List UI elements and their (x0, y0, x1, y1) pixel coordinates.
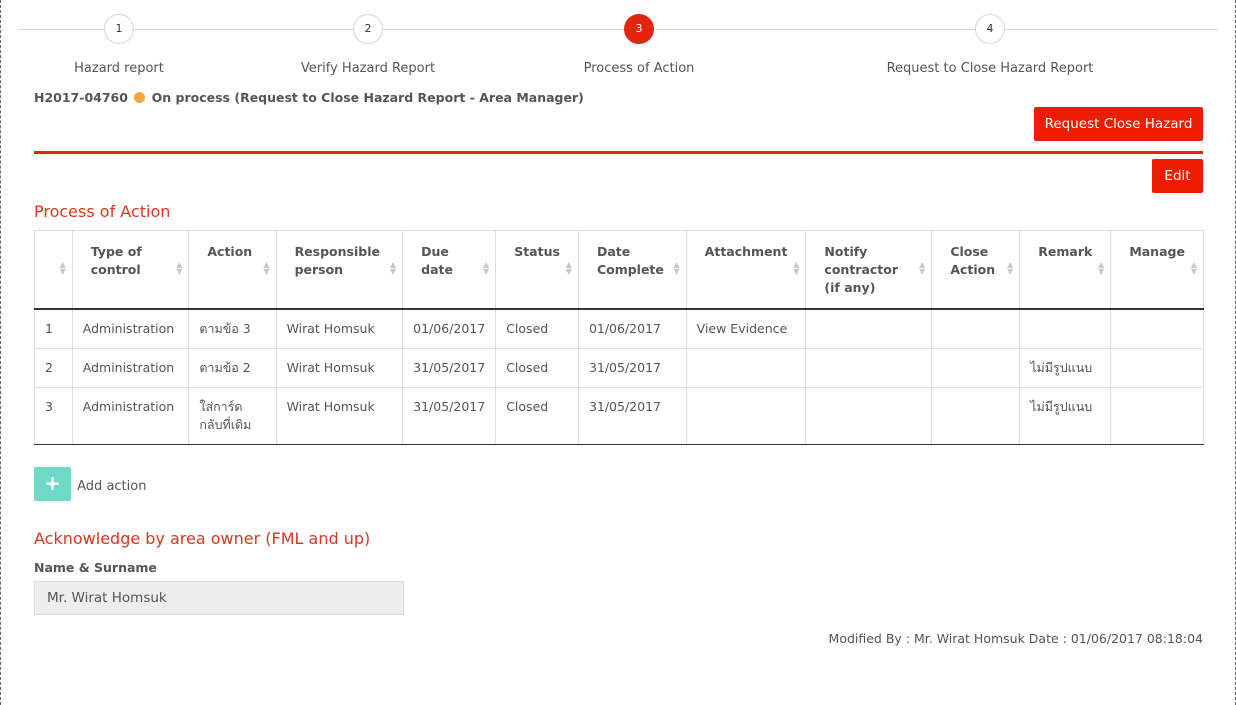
step-label: Verify Hazard Report (300, 61, 436, 76)
modified-info: Modified By : Mr. Wirat Homsuk Date : 01… (828, 631, 1203, 646)
cell-notify-contractor (805, 386, 933, 445)
sort-icon: ▲ ▼ (176, 260, 183, 276)
cell-date-complete: 01/06/2017 (577, 308, 687, 349)
cell-responsible-person: Wirat Homsuk (275, 347, 404, 388)
col-date-complete[interactable]: Date Complete ▲ ▼ (577, 230, 687, 310)
cell-index: 1 (34, 308, 73, 349)
col-due-date[interactable]: Due date ▲ ▼ (402, 230, 497, 310)
step-number: 2 (353, 14, 383, 44)
acknowledge-title: Acknowledge by area owner (FML and up) (34, 529, 371, 548)
sort-icon: ▲ ▼ (390, 260, 397, 276)
col-type-of-control[interactable]: Type of control ▲ ▼ (71, 230, 190, 310)
col-attachment[interactable]: Attachment ▲ ▼ (685, 230, 807, 310)
cell-status: Closed (495, 347, 579, 388)
section-divider (34, 151, 1203, 154)
process-of-action-title: Process of Action (34, 202, 171, 221)
cell-responsible-person: Wirat Homsuk (275, 308, 404, 349)
view-evidence-link[interactable]: View Evidence (685, 308, 807, 349)
col-status[interactable]: Status ▲ ▼ (495, 230, 579, 310)
cell-remark (1019, 308, 1112, 349)
request-close-hazard-button[interactable]: Request Close Hazard (1034, 107, 1203, 141)
cell-attachment (685, 386, 807, 445)
cell-date-complete: 31/05/2017 (577, 386, 687, 445)
hazard-id: H2017-04760 (34, 90, 128, 105)
hazard-status-text: On process (Request to Close Hazard Repo… (151, 90, 584, 105)
sort-icon: ▲ ▼ (263, 260, 270, 276)
plus-icon: + (44, 471, 61, 495)
step-number: 1 (104, 14, 134, 44)
cell-status: Closed (495, 308, 579, 349)
cell-due-date: 31/05/2017 (402, 386, 497, 445)
col-action[interactable]: Action ▲ ▼ (188, 230, 277, 310)
cell-close-action (931, 386, 1021, 445)
cell-notify-contractor (805, 347, 933, 388)
cell-remark: ไม่มีรูปแนบ (1019, 347, 1112, 388)
step-number: 3 (624, 14, 654, 44)
table-header-row: ▲ ▼ Type of control ▲ ▼ Action ▲ ▼ Responsibl… (34, 230, 1204, 310)
cell-date-complete: 31/05/2017 (577, 347, 687, 388)
sort-icon: ▲ ▼ (1007, 260, 1014, 276)
name-surname-field[interactable]: Mr. Wirat Homsuk (34, 581, 404, 615)
cell-responsible-person: Wirat Homsuk (275, 386, 404, 445)
cell-type-of-control: Administration (71, 386, 190, 445)
cell-index: 3 (34, 386, 73, 445)
cell-manage (1110, 386, 1204, 445)
step-request-close[interactable]: 4 Request to Close Hazard Report (840, 14, 1140, 76)
cell-action: ตามข้อ 3 (188, 308, 277, 349)
cell-manage (1110, 347, 1204, 388)
col-manage[interactable]: Manage ▲ ▼ (1110, 230, 1204, 310)
step-label: Request to Close Hazard Report (886, 61, 1094, 76)
cell-type-of-control: Administration (71, 308, 190, 349)
progress-stepper: 1 Hazard report 2 Verify Hazard Report 3… (18, 14, 1218, 84)
sort-icon: ▲ ▼ (483, 260, 490, 276)
col-responsible-person[interactable]: Responsible person ▲ ▼ (275, 230, 404, 310)
sort-icon: ▲ ▼ (1190, 260, 1197, 276)
step-label: Process of Action (583, 61, 695, 76)
col-remark[interactable]: Remark ▲ ▼ (1019, 230, 1112, 310)
cell-close-action (931, 347, 1021, 388)
cell-action: ตามข้อ 2 (188, 347, 277, 388)
add-action-control: + Add action (34, 467, 146, 501)
sort-icon: ▲ ▼ (565, 260, 572, 276)
step-number: 4 (975, 14, 1005, 44)
add-action-label: Add action (77, 478, 147, 494)
step-process-of-action[interactable]: 3 Process of Action (489, 14, 789, 76)
cell-status: Closed (495, 386, 579, 445)
hazard-status: H2017-04760 On process (Request to Close… (34, 90, 584, 105)
add-action-button[interactable]: + (34, 467, 71, 501)
table-row: 2 Administration ตามข้อ 2 Wirat Homsuk 3… (34, 347, 1204, 388)
table-row: 3 Administration ใส่การ์ดกลับที่เดิม Wir… (34, 386, 1204, 445)
table-row: 1 Administration ตามข้อ 3 Wirat Homsuk 0… (34, 308, 1204, 349)
cell-index: 2 (34, 347, 73, 388)
col-close-action[interactable]: Close Action ▲ ▼ (931, 230, 1021, 310)
edit-button[interactable]: Edit (1152, 159, 1203, 193)
sort-icon: ▲ ▼ (793, 260, 800, 276)
cell-close-action (931, 308, 1021, 349)
cell-type-of-control: Administration (71, 347, 190, 388)
cell-attachment (685, 347, 807, 388)
step-verify-hazard-report[interactable]: 2 Verify Hazard Report (218, 14, 518, 76)
sort-icon: ▲ ▼ (59, 260, 66, 276)
col-index[interactable]: ▲ ▼ (34, 230, 73, 310)
cell-manage (1110, 308, 1204, 349)
cell-remark: ไม่มีรูปแนบ (1019, 386, 1112, 445)
actions-table: ▲ ▼ Type of control ▲ ▼ Action ▲ ▼ Responsibl… (34, 230, 1204, 445)
name-surname-label: Name & Surname (34, 560, 157, 575)
cell-due-date: 31/05/2017 (402, 347, 497, 388)
cell-notify-contractor (805, 308, 933, 349)
cell-due-date: 01/06/2017 (402, 308, 497, 349)
sort-icon: ▲ ▼ (673, 260, 680, 276)
status-dot-icon (134, 92, 146, 103)
sort-icon: ▲ ▼ (1098, 260, 1105, 276)
cell-action: ใส่การ์ดกลับที่เดิม (188, 386, 277, 445)
col-notify-contractor[interactable]: Notify contractor (if any) ▲ ▼ (805, 230, 933, 310)
sort-icon: ▲ ▼ (919, 260, 926, 276)
